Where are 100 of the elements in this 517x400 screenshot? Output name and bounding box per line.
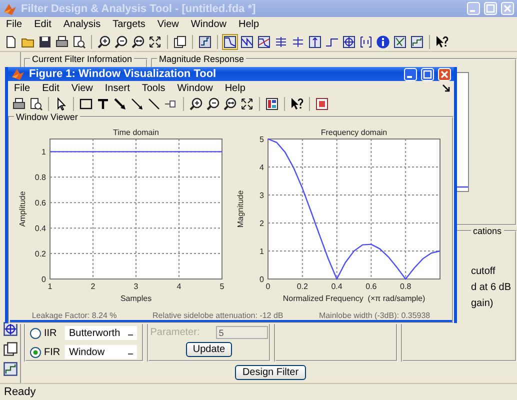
response-plot-icon[interactable] [223, 34, 237, 48]
response-plot-icon[interactable] [240, 34, 254, 48]
status-bar: Ready [0, 383, 517, 400]
arrow-icon[interactable] [113, 97, 127, 111]
colorbar-icon[interactable] [265, 97, 279, 111]
menu-item[interactable]: Targets [112, 19, 146, 30]
close-button[interactable] [438, 68, 451, 80]
menu-item[interactable]: View [157, 19, 179, 30]
tick-label: 2 [260, 219, 264, 228]
radio-button[interactable] [30, 328, 41, 339]
zoom-icon[interactable] [131, 34, 145, 48]
zoom-in-icon[interactable] [189, 97, 203, 111]
menu-item[interactable]: Window [177, 83, 213, 94]
text-tool-icon[interactable] [96, 97, 110, 111]
new-file-icon[interactable] [4, 34, 18, 48]
panel-title: Magnitude Response [158, 54, 246, 64]
menu-item[interactable]: Help [238, 19, 260, 30]
response-plot-icon[interactable] [257, 34, 271, 48]
fit-icon[interactable] [148, 34, 162, 48]
radio-button[interactable] [30, 346, 41, 358]
tick-label: 0 [260, 275, 264, 284]
cross-plot-icon[interactable] [393, 34, 407, 48]
tick-label: 0 [42, 275, 46, 284]
design-filter-button[interactable]: Design Filter [235, 365, 306, 380]
arrow-plot-icon[interactable] [308, 34, 322, 48]
panel-title: Current Filter Information [31, 54, 134, 64]
tick-label: 0.8 [400, 282, 412, 291]
axis-label: Magnitude [236, 190, 245, 228]
spec-text: d at 6 dB [471, 282, 512, 294]
tick-label: 1 [42, 148, 46, 157]
menu-item[interactable]: File [6, 19, 22, 30]
menu-item[interactable]: Insert [104, 83, 130, 94]
tick-label: 0.8 [34, 173, 46, 182]
spec-text: gain) [471, 298, 494, 310]
menu-item[interactable]: Edit [34, 19, 52, 30]
tick-label: 0.6 [34, 198, 46, 208]
tick-label: 0.6 [366, 282, 377, 291]
menu-item[interactable]: View [71, 83, 93, 94]
stairs-plot-icon[interactable] [410, 34, 424, 48]
line-icon[interactable] [147, 97, 161, 111]
stairs-plot-icon[interactable] [2, 361, 19, 377]
field-label: Parameter: [150, 327, 200, 338]
print-preview-icon[interactable] [72, 34, 86, 48]
menu-item[interactable]: Window [190, 19, 226, 30]
arrow-icon[interactable] [130, 97, 144, 111]
tick-label: 0.2 [34, 250, 46, 259]
menu-item[interactable]: Help [224, 83, 246, 94]
dock-icon[interactable] [315, 97, 329, 111]
radio-label: IIR [44, 328, 58, 339]
dropdown[interactable]: Butterworth [65, 326, 137, 340]
tick-label: 5 [260, 135, 264, 144]
sheets-icon[interactable] [173, 34, 187, 48]
maximize-button[interactable] [421, 68, 434, 80]
brackets-icon[interactable] [359, 34, 373, 48]
logo-icon [11, 67, 25, 81]
plot-icon[interactable] [198, 34, 212, 48]
circle-plot-icon[interactable] [342, 34, 356, 48]
chart-title: Time domain [113, 128, 159, 137]
measurement-text: Relative sidelobe attenuation: -12 dB [152, 311, 284, 320]
tick-label: 0.2 [296, 282, 308, 291]
print-preview-icon[interactable] [29, 97, 43, 111]
tick-label: 2 [90, 282, 96, 291]
tick-label: 5 [220, 282, 224, 291]
radio-label: FIR [44, 346, 62, 358]
zoom-out-icon[interactable] [206, 97, 220, 111]
tick-label: 1 [48, 282, 52, 291]
printer-icon[interactable] [55, 34, 69, 48]
save-icon[interactable] [38, 34, 52, 48]
menu-item[interactable]: Tools [142, 83, 166, 94]
menu-item[interactable]: Edit [42, 83, 60, 94]
dropdown[interactable]: Window [65, 345, 137, 360]
tick-label: 1 [260, 247, 264, 256]
tick-label: 0.4 [34, 224, 46, 234]
tick-label: 0.4 [331, 282, 342, 291]
update-button[interactable]: Update [186, 342, 232, 358]
grid-lines-icon[interactable] [274, 34, 288, 48]
window-title: Figure 1: Window Visualization Tool [29, 68, 218, 80]
window-title: Filter Design & Analysis Tool - [untitled.fda *] [21, 2, 257, 14]
arrow-icon[interactable] [442, 84, 451, 93]
menu-item[interactable]: File [14, 83, 30, 94]
tick-label: 0 [266, 282, 270, 291]
sheets-icon[interactable] [2, 341, 19, 357]
measurement-text: Mainlobe width (-3dB): 0.35938 [318, 311, 430, 320]
zoom-icon[interactable] [223, 97, 237, 111]
zoom-in-icon[interactable] [97, 34, 111, 48]
minimize-button[interactable] [404, 68, 417, 80]
axis-label: Normalized Frequency (×π rad/sample) [282, 294, 426, 303]
zoom-out-icon[interactable] [114, 34, 128, 48]
grid-lines-icon[interactable] [291, 34, 305, 48]
help-icon[interactable] [290, 97, 304, 111]
chart-title: Frequency domain [320, 128, 388, 137]
fit-icon[interactable] [240, 97, 254, 111]
help-icon[interactable] [435, 34, 449, 48]
info-icon[interactable] [376, 34, 390, 48]
tick-label: 4 [176, 282, 182, 291]
measurement-text: Leakage Factor: 8.24 % [32, 311, 117, 320]
panel-title: cations [472, 226, 503, 236]
menu-item[interactable]: Analysis [63, 19, 101, 30]
printer-icon[interactable] [12, 97, 26, 111]
rectangle-icon[interactable] [79, 97, 93, 111]
